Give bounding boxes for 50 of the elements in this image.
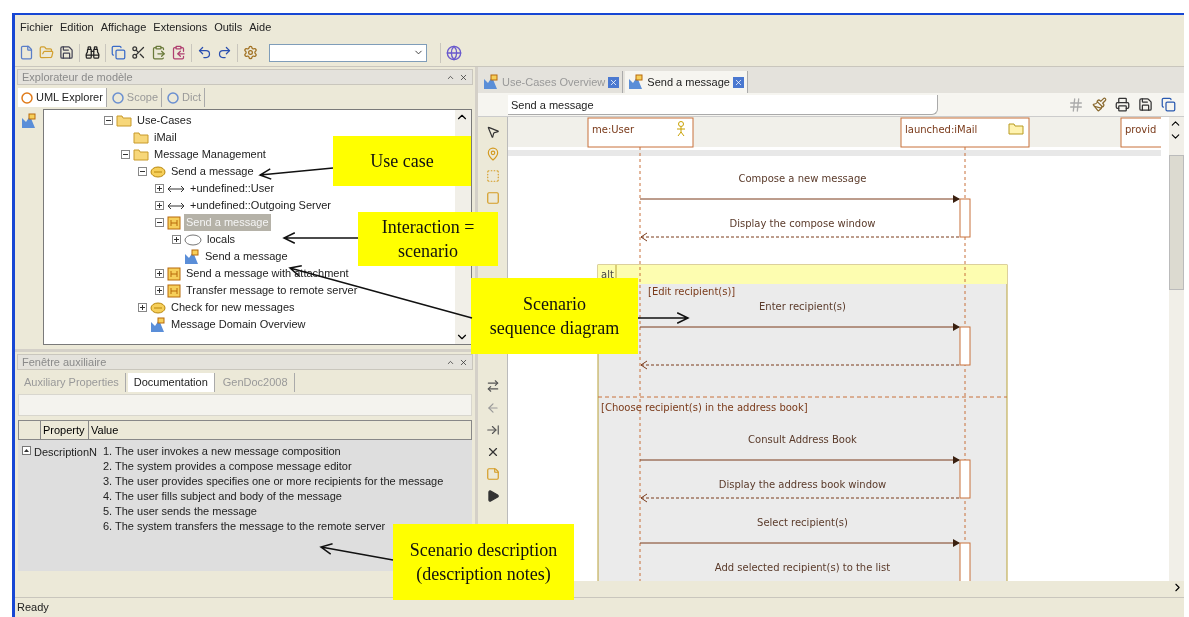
message-label: Select recipient(s): [757, 517, 848, 528]
guard-label: [Choose recipient(s) in the address book]: [601, 402, 808, 413]
column-header: Value: [90, 423, 120, 438]
tree-item[interactable]: +undefined::User: [188, 180, 277, 197]
tab[interactable]: UML Explorer: [18, 88, 107, 107]
value-line: 4. The user fills subject and body of the message: [103, 489, 343, 504]
message-label: Display the compose window: [729, 218, 876, 229]
callout-note: Use case: [333, 136, 471, 186]
panel-title: Explorateur de modèle: [22, 69, 133, 85]
tree-item[interactable]: iMail: [152, 129, 179, 146]
menu-item[interactable]: Edition: [60, 18, 94, 36]
tree-item[interactable]: Message Domain Overview: [169, 316, 308, 333]
callout-note: Scenario description (description notes): [393, 524, 574, 600]
menu-item[interactable]: Affichage: [100, 18, 147, 36]
fragment-operator: alt: [601, 269, 614, 280]
tab[interactable]: Documentation: [127, 373, 215, 392]
status-text: Ready: [17, 600, 49, 616]
property-cell-text: DescriptionN: [34, 445, 98, 460]
message-label: Enter recipient(s): [759, 301, 846, 312]
message-label: Add selected recipient(s) to the list: [714, 562, 891, 573]
message-label: Compose a new message: [738, 173, 867, 184]
tree-item[interactable]: Use-Cases: [135, 112, 194, 129]
value-line: 2. The system provides a compose message editor: [103, 459, 353, 474]
menu-item[interactable]: Fichier: [20, 18, 53, 36]
lifeline-head[interactable]: me:User: [587, 117, 694, 148]
value-line: 1. The user invokes a new message composition: [103, 444, 342, 459]
value-line: 5. The user sends the message: [103, 504, 258, 519]
tree-item[interactable]: Send a message: [203, 248, 290, 265]
guard-label: [Edit recipient(s)]: [648, 286, 736, 297]
tree-item[interactable]: Transfer message to remote server: [184, 282, 360, 299]
callout-note: Interaction = scenario: [358, 212, 498, 266]
tree-item[interactable]: locals: [205, 231, 238, 248]
diagram-title: Send a message: [508, 94, 938, 115]
message-label: Display the address book window: [718, 479, 887, 490]
value-line: 3. The user provides specifies one or more recipients for the message: [103, 474, 444, 489]
message-label: Consult Address Book: [748, 434, 857, 445]
lifeline-head[interactable]: provid: [1120, 117, 1161, 148]
panel-title: Fenêtre auxiliaire: [22, 354, 107, 370]
callout-note: Scenario sequence diagram: [471, 278, 638, 354]
column-header: Property: [41, 421, 89, 439]
tree-item[interactable]: Send a message: [169, 163, 256, 180]
tree-item[interactable]: Message Management: [152, 146, 268, 163]
tree-item[interactable]: +undefined::Outgoing Server: [188, 197, 333, 214]
lifeline-head[interactable]: launched:iMail: [900, 117, 1030, 148]
menu-item[interactable]: Outils: [214, 18, 243, 36]
tree-item[interactable]: Check for new messages: [169, 299, 297, 316]
menu-item[interactable]: Extensions: [153, 18, 208, 36]
menu-item[interactable]: Aide: [249, 18, 272, 36]
value-line: 6. The system transfers the message to the remote server: [103, 519, 387, 534]
tab[interactable]: Send a message: [625, 71, 748, 93]
